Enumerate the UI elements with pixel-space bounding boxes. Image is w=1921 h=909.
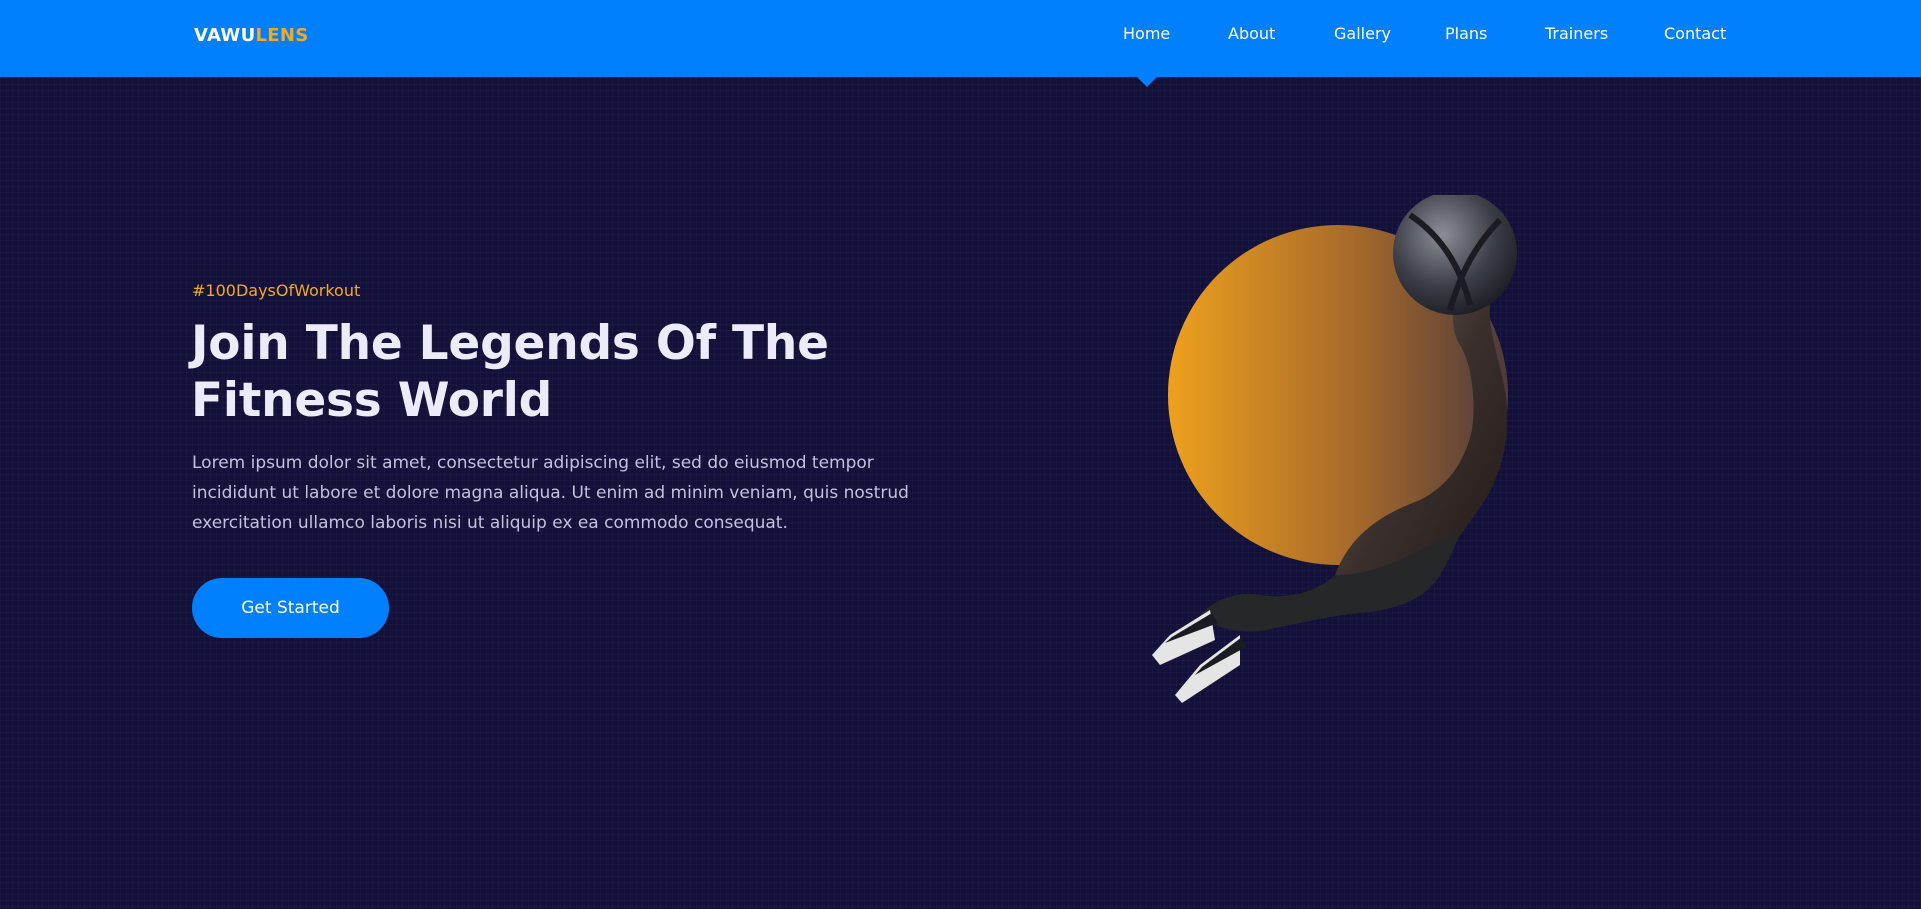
navbar: VAWULENS Home About Gallery Plans Traine… <box>0 0 1921 77</box>
hero-hashtag: #100DaysOfWorkout <box>192 281 361 300</box>
nav-item-trainers[interactable]: Trainers <box>1545 24 1608 43</box>
hero-illustration <box>1152 195 1517 703</box>
nav-item-plans[interactable]: Plans <box>1445 24 1487 43</box>
hero-title: Join The Legends Of The Fitness World <box>191 316 829 428</box>
nav-menu: Home About Gallery Plans Trainers Contac… <box>0 24 1921 48</box>
hero-description: Lorem ipsum dolor sit amet, consectetur … <box>192 453 909 533</box>
nav-item-home[interactable]: Home <box>1123 24 1170 43</box>
nav-item-contact[interactable]: Contact <box>1664 24 1726 43</box>
nav-item-about[interactable]: About <box>1228 24 1275 43</box>
active-nav-indicator <box>1136 76 1158 87</box>
get-started-button[interactable]: Get Started <box>192 578 389 638</box>
nav-item-gallery[interactable]: Gallery <box>1334 24 1391 43</box>
